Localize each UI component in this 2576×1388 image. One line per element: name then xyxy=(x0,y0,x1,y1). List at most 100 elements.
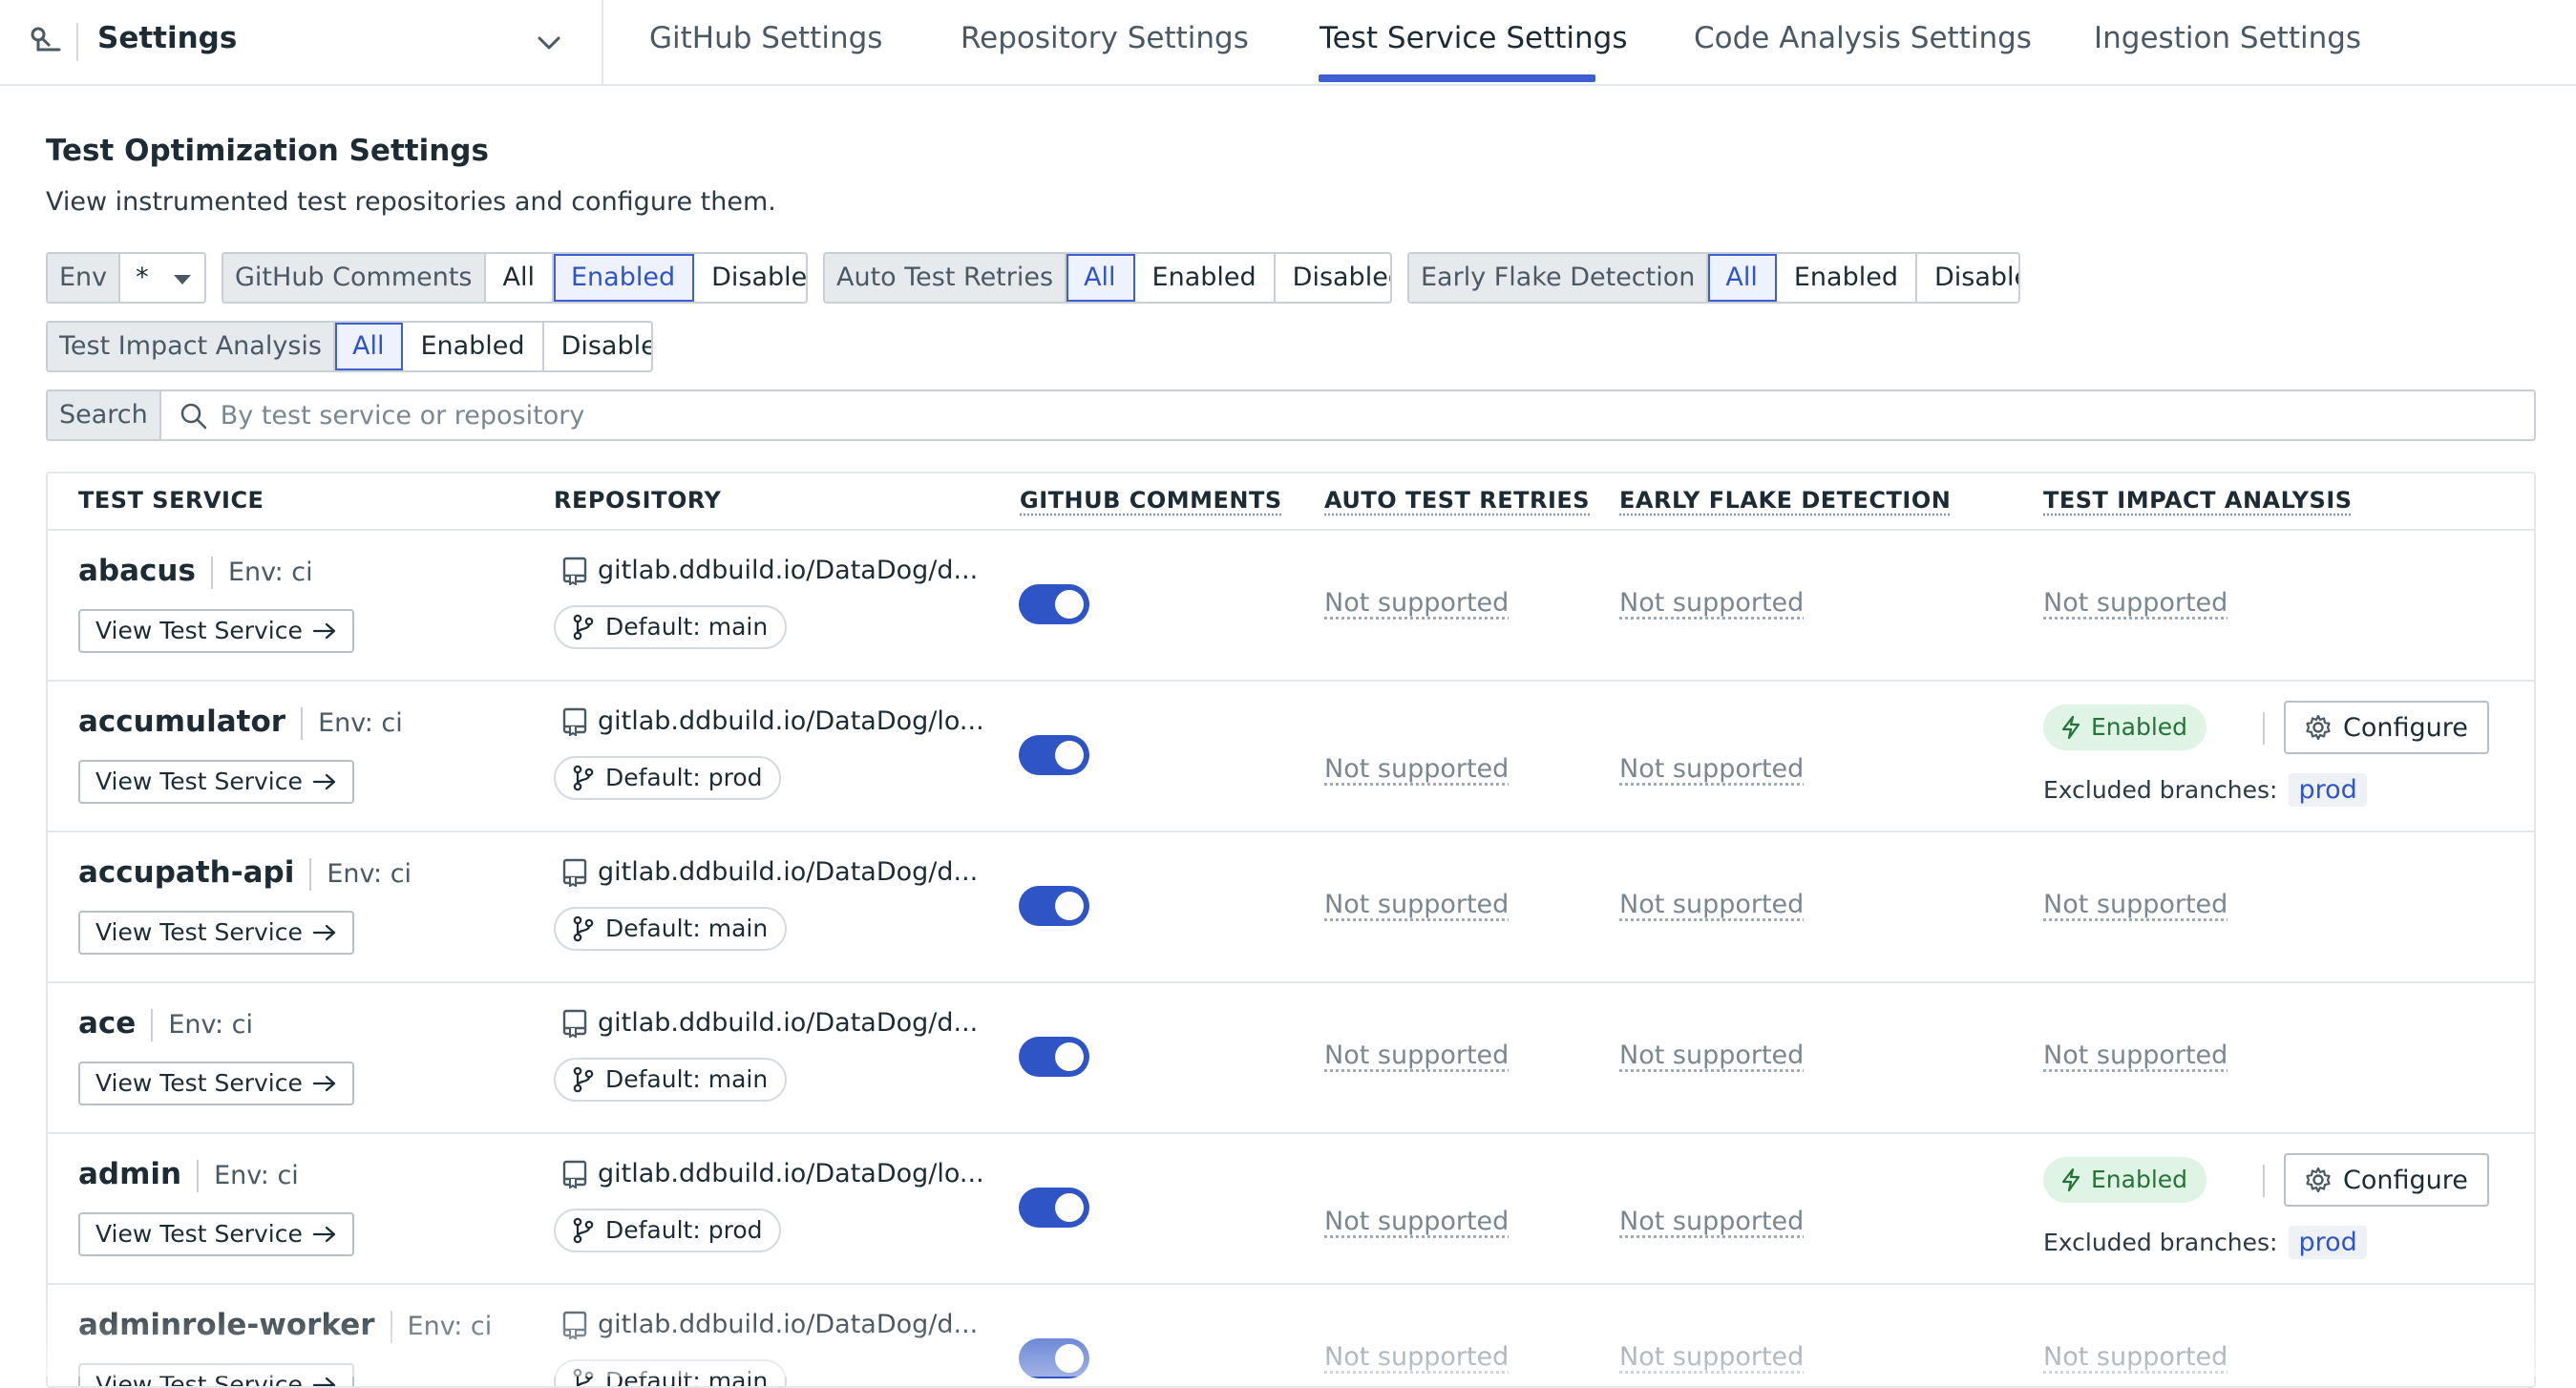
tia-not-supported: Not supported xyxy=(2043,1342,2228,1372)
early-flake-detection-disabled-option[interactable]: Disabled xyxy=(1917,254,2018,302)
view-test-service-label: View Test Service xyxy=(95,1371,303,1388)
test-impact-analysis-all-option[interactable]: All xyxy=(334,323,404,370)
arrow-right-icon xyxy=(312,773,335,790)
tab-repository-settings[interactable]: Repository Settings xyxy=(961,21,1249,55)
repository-link[interactable]: gitlab.ddbuild.io/DataDog/d... xyxy=(561,857,978,887)
view-test-service-label: View Test Service xyxy=(95,768,303,795)
gear-icon xyxy=(2306,714,2331,741)
chevron-down-icon[interactable] xyxy=(535,29,563,57)
table-row: abacus Env: ci View Test Service gitlab.d… xyxy=(48,529,2534,682)
github-comments-enabled-option[interactable]: Enabled xyxy=(553,254,695,302)
auto-test-retries-disabled-option[interactable]: Disabled xyxy=(1276,254,1390,302)
auto-test-retries-not-supported: Not supported xyxy=(1324,754,1510,784)
tab-github-settings[interactable]: GitHub Settings xyxy=(649,21,882,55)
default-branch-label: Default: main xyxy=(605,1367,769,1388)
column-header-test-service: TEST SERVICE xyxy=(78,487,264,514)
auto-test-retries-not-supported: Not supported xyxy=(1324,1342,1510,1372)
configure-button-label: Configure xyxy=(2343,712,2468,743)
tia-divider xyxy=(2263,712,2265,745)
service-env: Env: ci xyxy=(214,1161,299,1190)
service-env-divider xyxy=(197,1159,200,1192)
tab-code-analysis-settings[interactable]: Code Analysis Settings xyxy=(1694,21,2032,55)
default-branch-badge: Default: main xyxy=(554,1058,788,1102)
test-impact-analysis-disabled-option[interactable]: Disabled xyxy=(544,323,651,370)
tia-not-supported: Not supported xyxy=(2043,890,2228,919)
auto-test-retries-enabled-option[interactable]: Enabled xyxy=(1135,254,1276,302)
view-test-service-button[interactable]: View Test Service xyxy=(78,1363,354,1388)
repository-link[interactable]: gitlab.ddbuild.io/DataDog/lo... xyxy=(561,706,984,736)
service-env-divider xyxy=(309,857,312,891)
test-impact-analysis-filter-label: Test Impact Analysis xyxy=(48,323,335,370)
column-header-test-impact-analysis: TEST IMPACT ANALYSIS xyxy=(2043,487,2353,514)
service-name-text: adminrole-worker xyxy=(78,1308,375,1342)
early-flake-detection-enabled-option[interactable]: Enabled xyxy=(1777,254,1917,302)
service-name: admin Env: ci xyxy=(78,1157,299,1192)
service-env-divider xyxy=(301,706,304,740)
default-branch-label: Default: main xyxy=(605,1065,769,1093)
github-comments-toggle[interactable] xyxy=(1019,1338,1089,1378)
service-name: adminrole-worker Env: ci xyxy=(78,1308,492,1343)
view-test-service-button[interactable]: View Test Service xyxy=(78,911,354,955)
service-name-text: abacus xyxy=(78,554,196,588)
view-test-service-label: View Test Service xyxy=(95,1220,303,1248)
app-title-divider xyxy=(76,23,78,61)
search-input[interactable] xyxy=(218,391,2534,439)
test-impact-analysis-enabled-option[interactable]: Enabled xyxy=(403,323,544,370)
early-flake-detection-not-supported: Not supported xyxy=(1619,754,1805,784)
git-branch-icon xyxy=(573,915,594,942)
repository-link[interactable]: gitlab.ddbuild.io/DataDog/d... xyxy=(561,1310,978,1339)
configure-button[interactable]: Configure xyxy=(2284,1153,2489,1207)
excluded-branches-label: Excluded branches: xyxy=(2043,776,2278,804)
github-comments-toggle[interactable] xyxy=(1019,584,1089,624)
repository-icon xyxy=(562,1311,587,1339)
test-services-table: TEST SERVICE REPOSITORY GITHUB COMMENTS … xyxy=(46,472,2536,1388)
excluded-branches: Excluded branches: prod xyxy=(2043,1226,2367,1259)
tia-not-supported: Not supported xyxy=(2043,1041,2228,1070)
view-test-service-button[interactable]: View Test Service xyxy=(78,760,354,804)
github-comments-toggle[interactable] xyxy=(1019,735,1089,775)
github-comments-toggle[interactable] xyxy=(1019,886,1089,926)
auto-test-retries-not-supported: Not supported xyxy=(1324,1041,1510,1070)
repository-icon xyxy=(562,707,587,736)
configure-button-label: Configure xyxy=(2343,1165,2468,1195)
search-icon xyxy=(180,403,207,430)
tia-enabled-badge: Enabled xyxy=(2043,1157,2207,1203)
auto-test-retries-filter-label: Auto Test Retries xyxy=(825,254,1067,302)
env-select[interactable]: * xyxy=(120,254,204,302)
tia-divider xyxy=(2263,1165,2265,1197)
view-test-service-label: View Test Service xyxy=(95,617,303,644)
github-comments-toggle[interactable] xyxy=(1019,1188,1089,1228)
tia-not-supported: Not supported xyxy=(2043,588,2228,618)
integrations-icon xyxy=(31,27,61,52)
tab-test-service-settings[interactable]: Test Service Settings xyxy=(1320,21,1627,55)
tab-ingestion-settings[interactable]: Ingestion Settings xyxy=(2094,21,2361,55)
repository-link[interactable]: gitlab.ddbuild.io/DataDog/lo... xyxy=(561,1159,984,1188)
repository-link[interactable]: gitlab.ddbuild.io/DataDog/d... xyxy=(561,556,978,585)
github-comments-all-option[interactable]: All xyxy=(486,254,554,302)
github-comments-toggle[interactable] xyxy=(1019,1037,1089,1077)
active-tab-indicator xyxy=(1319,74,1595,82)
auto-test-retries-all-option[interactable]: All xyxy=(1066,254,1135,302)
service-name: ace Env: ci xyxy=(78,1006,253,1041)
search-label: Search xyxy=(48,391,161,439)
env-filter: Env * xyxy=(46,252,206,304)
service-name: accumulator Env: ci xyxy=(78,705,403,740)
table-row: accupath-api Env: ci View Test Service gi… xyxy=(48,831,2534,983)
tia-enabled-label: Enabled xyxy=(2091,1166,2188,1193)
view-test-service-button[interactable]: View Test Service xyxy=(78,609,354,653)
early-flake-detection-all-option[interactable]: All xyxy=(1708,254,1777,302)
repository-icon xyxy=(562,1009,587,1038)
view-test-service-button[interactable]: View Test Service xyxy=(78,1212,354,1256)
app-switcher[interactable]: Settings xyxy=(0,0,603,84)
git-branch-icon xyxy=(573,614,594,641)
early-flake-detection-not-supported: Not supported xyxy=(1619,1207,1805,1236)
auto-test-retries-not-supported: Not supported xyxy=(1324,890,1510,919)
view-test-service-button[interactable]: View Test Service xyxy=(78,1062,354,1105)
service-env: Env: ci xyxy=(407,1312,493,1341)
github-comments-disabled-option[interactable]: Disabled xyxy=(694,254,806,302)
configure-button[interactable]: Configure xyxy=(2284,701,2489,754)
default-branch-label: Default: main xyxy=(605,613,769,641)
repository-name: gitlab.ddbuild.io/DataDog/d... xyxy=(598,556,979,585)
service-env-divider xyxy=(210,556,213,589)
repository-link[interactable]: gitlab.ddbuild.io/DataDog/d... xyxy=(561,1008,978,1038)
